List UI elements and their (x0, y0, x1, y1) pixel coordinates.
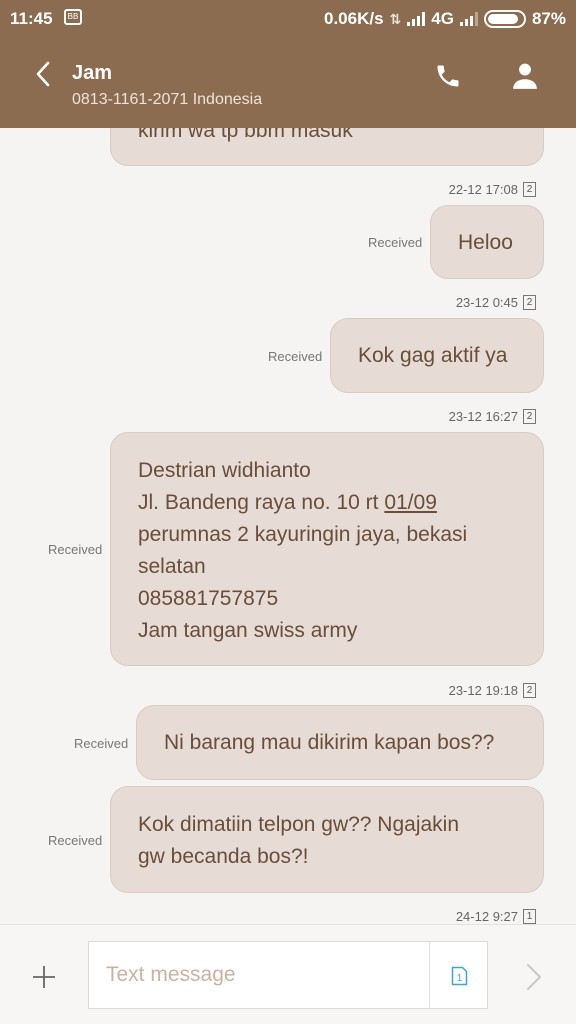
bbm-icon: BB (64, 9, 82, 25)
signal-icon-2 (459, 12, 478, 26)
contact-number: 0813-1161-2071 Indonesia (72, 91, 263, 108)
battery-fill (487, 14, 518, 24)
received-label: Received (74, 736, 129, 751)
message-timestamp: 23-12 16:27 2 (449, 409, 536, 424)
network-speed: 0.06K/s (324, 9, 384, 28)
date-link[interactable]: 01/09 (384, 491, 437, 514)
message-bubble[interactable]: Destrian widhianto Jl. Bandeng raya no. … (110, 432, 544, 666)
message-timestamp: 22-12 17:08 2 (449, 182, 536, 197)
message-bubble[interactable]: Kok gag aktif ya (330, 318, 544, 393)
message-bubble[interactable]: Ni barang mau dikirim kapan bos?? (136, 705, 544, 780)
message-thread[interactable]: kirim wa tp bbm masuk 22-12 17:08 2 Rece… (0, 128, 576, 924)
message-text: Ni barang mau dikirim kapan bos?? (164, 731, 495, 754)
received-label: Received (48, 542, 103, 557)
back-icon[interactable] (32, 60, 54, 88)
message-timestamp: 23-12 0:45 2 (456, 295, 536, 310)
divider (429, 942, 430, 1008)
status-bar: 11:45 BB 0.06K/s ⇅ 4G 87% (0, 0, 576, 40)
battery-icon (483, 10, 526, 28)
status-right: 0.06K/s ⇅ 4G 87% (324, 9, 566, 29)
call-icon[interactable] (434, 62, 462, 90)
data-arrows-icon: ⇅ (389, 10, 402, 27)
sim-icon[interactable]: 1 (451, 966, 468, 986)
message-bubble-partial[interactable]: kirim wa tp bbm masuk (110, 128, 544, 166)
status-time: 11:45 (10, 9, 53, 28)
received-label: Received (368, 235, 423, 250)
message-text: Heloo (458, 231, 513, 254)
message-bubble[interactable]: Kok dimatiin telpon gw?? Ngajakin gw bec… (110, 786, 544, 893)
sim-icon-label: 1 (457, 973, 463, 984)
message-timestamp: 24-12 9:27 1 (456, 909, 536, 924)
message-text: kirim wa tp bbm masuk (138, 128, 353, 142)
received-label: Received (268, 349, 323, 364)
message-text: Destrian widhianto Jl. Bandeng raya no. … (138, 459, 468, 642)
message-bubble[interactable]: Heloo (430, 205, 544, 279)
message-input[interactable] (89, 942, 429, 1008)
sim-badge: 2 (523, 409, 536, 424)
message-text: Kok dimatiin telpon gw?? Ngajakin gw bec… (138, 813, 460, 868)
battery-percent: 87% (531, 9, 566, 28)
message-input-box: 1 (88, 941, 488, 1009)
send-icon[interactable] (524, 963, 544, 991)
phone-number[interactable]: 085881757875 (138, 583, 467, 615)
sim-badge: 1 (523, 909, 536, 924)
app-bar: Jam 0813-1161-2071 Indonesia (0, 40, 576, 128)
sim-badge: 2 (523, 182, 536, 197)
message-text: Kok gag aktif ya (358, 344, 508, 367)
person-icon[interactable] (512, 62, 538, 90)
received-label: Received (48, 833, 103, 848)
contact-name: Jam (72, 62, 113, 84)
message-timestamp: 23-12 19:18 2 (449, 683, 536, 698)
sim-badge: 2 (523, 295, 536, 310)
plus-icon[interactable] (32, 965, 56, 989)
composer: 1 (0, 924, 576, 1024)
network-type: 4G (431, 9, 454, 28)
signal-icon (407, 12, 426, 26)
sim-badge: 2 (523, 683, 536, 698)
top-bar: 11:45 BB 0.06K/s ⇅ 4G 87% Jam 0813-1161-… (0, 0, 576, 128)
